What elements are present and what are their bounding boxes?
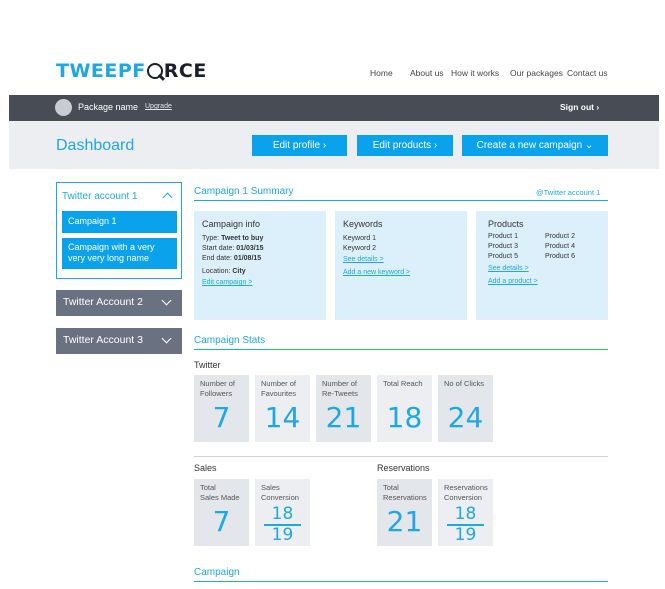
- account-3-bar[interactable]: Twitter Account 3: [56, 328, 182, 354]
- campaign-section-title: Campaign: [194, 567, 240, 578]
- chevron-down-icon: [161, 295, 172, 306]
- twitter-stat-tile: Number of Re-Tweets 21: [316, 375, 371, 442]
- twitter-stat-tile: No of Clicks 24: [438, 375, 493, 442]
- stat-label: Number of Re-Tweets: [322, 379, 358, 398]
- nav-contact[interactable]: Contact us: [567, 68, 608, 78]
- add-product-link[interactable]: Add a product >: [488, 278, 538, 285]
- divider: [194, 456, 608, 457]
- stat-value: 21: [325, 401, 362, 434]
- magnifier-icon: [146, 63, 163, 79]
- stat-label: Number of Followers: [200, 379, 236, 398]
- reservations-section-label: Reservations: [377, 463, 430, 473]
- keywords-see-details-link[interactable]: See details >: [343, 256, 384, 263]
- twitter-stat-tile: Total Reach 18: [377, 375, 432, 442]
- stat-label: Number of Favourites: [261, 379, 297, 398]
- edit-profile-button[interactable]: Edit profile ›: [252, 135, 347, 156]
- add-keyword-link[interactable]: Add a new keyword >: [343, 269, 410, 276]
- twitter-stat-tile: Number of Followers 7: [194, 375, 249, 442]
- summary-account: @Twitter account 1: [536, 188, 601, 197]
- create-campaign-button[interactable]: Create a new campaign ⌄: [462, 135, 608, 156]
- products-card: Products Product 1 Product 3 Product 5 P…: [476, 211, 608, 320]
- nav-about[interactable]: About us: [410, 68, 444, 78]
- stat-reservations-conversion: Reservations Conversion 18 19: [438, 479, 493, 546]
- twitter-section-label: Twitter: [194, 360, 221, 370]
- avatar: [55, 99, 72, 116]
- chevron-down-icon: [161, 333, 172, 344]
- divider: [194, 200, 608, 201]
- campaign-item-2[interactable]: Campaign with a very very very long name: [62, 238, 177, 269]
- stat-value: 7: [212, 401, 231, 434]
- tweepforce-logo[interactable]: TWEEPF RCE: [56, 60, 207, 82]
- campaign-item-1[interactable]: Campaign 1: [62, 211, 177, 233]
- stat-total-sales: Total Sales Made 7: [194, 479, 249, 546]
- account-1-title[interactable]: Twitter account 1: [62, 191, 138, 202]
- edit-campaign-link[interactable]: Edit campaign >: [202, 279, 252, 286]
- stat-value: 18: [386, 401, 423, 434]
- campaign-info-card: Campaign info Type: Tweet to buy Start d…: [194, 211, 326, 320]
- keywords-card: Keywords Keyword 1 Keyword 2 See details…: [335, 211, 467, 320]
- page-title: Dashboard: [56, 137, 135, 154]
- stat-total-reservations: Total Reservations 21: [377, 479, 432, 546]
- stat-value: 14: [264, 401, 301, 434]
- twitter-stat-tile: Number of Favourites 14: [255, 375, 310, 442]
- stats-title: Campaign Stats: [194, 335, 266, 346]
- stat-label: No of Clicks: [444, 379, 485, 388]
- nav-packages[interactable]: Our packages: [510, 68, 563, 78]
- sales-section-label: Sales: [194, 463, 217, 473]
- divider: [194, 349, 608, 350]
- divider: [194, 581, 608, 582]
- nav-home[interactable]: Home: [370, 68, 393, 78]
- stat-label: Total Reach: [383, 379, 423, 388]
- nav-how-it-works[interactable]: How it works: [451, 68, 499, 78]
- package-name: Package name: [78, 102, 139, 112]
- summary-title: Campaign 1 Summary: [194, 186, 294, 197]
- account-2-bar[interactable]: Twitter Account 2: [56, 290, 182, 316]
- stat-sales-conversion: Sales Conversion 18 19: [255, 479, 310, 546]
- edit-products-button[interactable]: Edit products ›: [357, 135, 453, 156]
- products-see-details-link[interactable]: See details >: [488, 265, 529, 272]
- stat-value: 24: [447, 401, 484, 434]
- signout-link[interactable]: Sign out ›: [560, 102, 599, 112]
- upgrade-link[interactable]: Upgrade: [145, 103, 172, 110]
